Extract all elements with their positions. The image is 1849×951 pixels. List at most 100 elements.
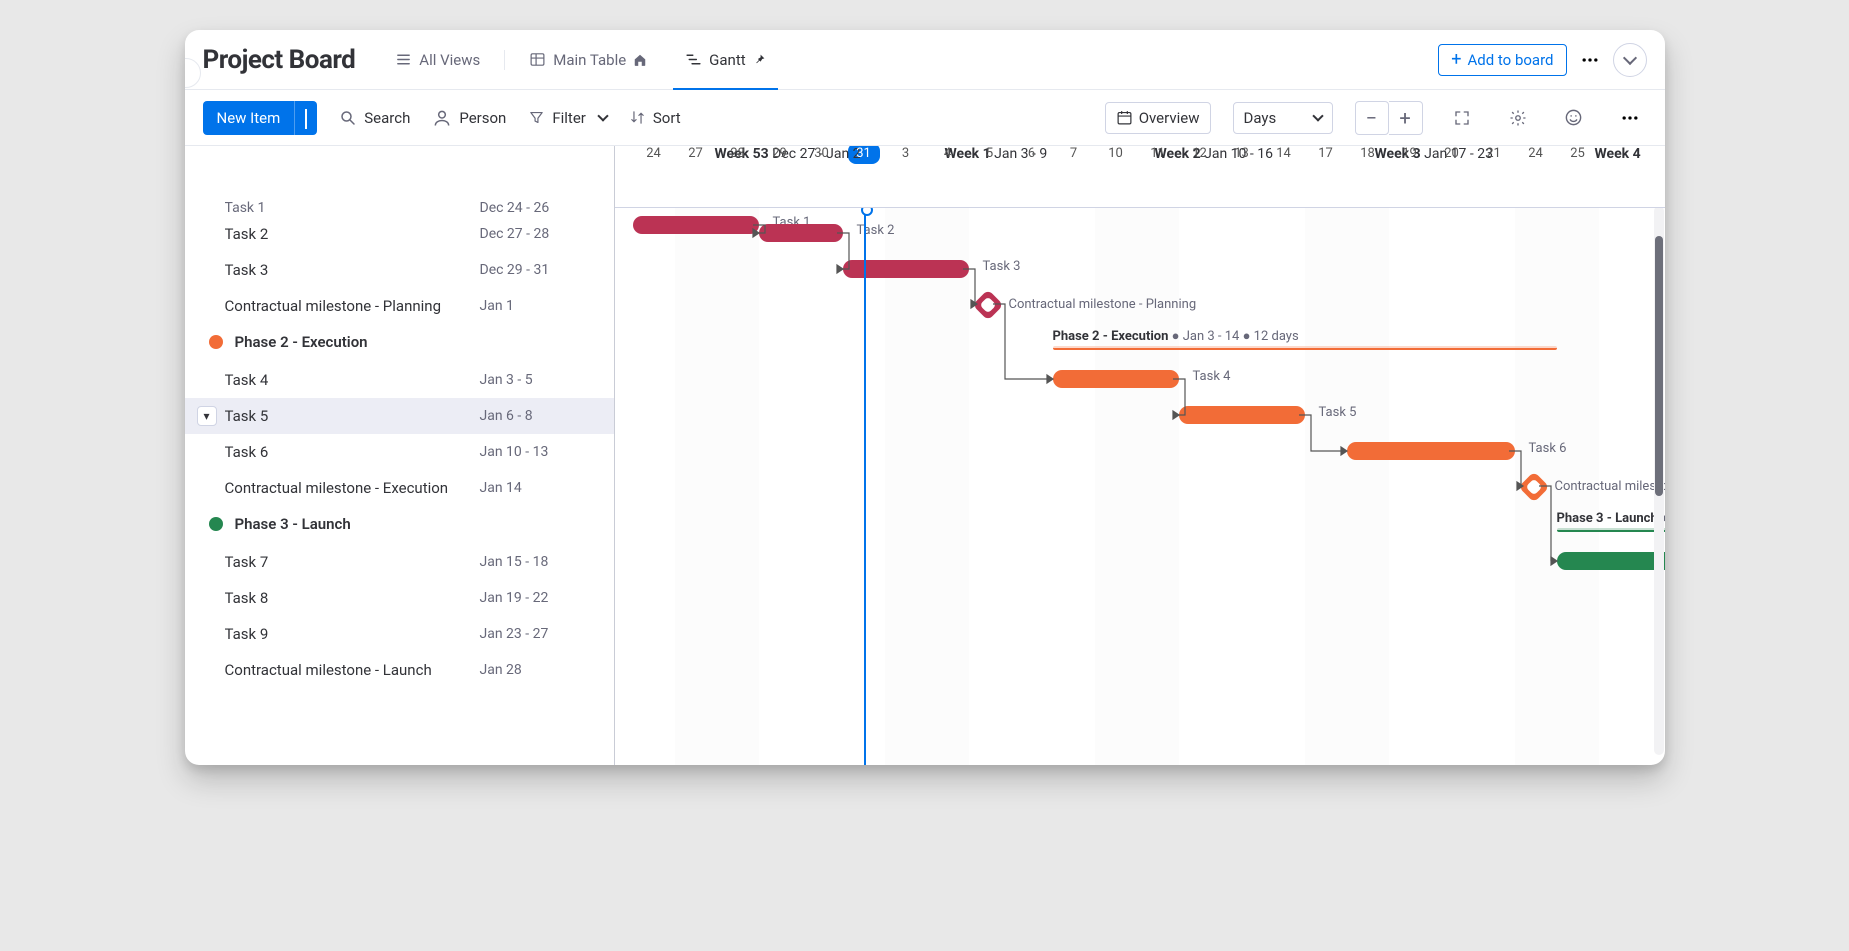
day-cell[interactable]: 18	[1347, 146, 1389, 161]
sort-label: Sort	[653, 109, 681, 127]
dots-icon	[1620, 108, 1640, 128]
new-item-split[interactable]	[294, 101, 317, 135]
settings-button[interactable]	[1501, 101, 1535, 135]
day-cell[interactable]: 5	[969, 146, 1011, 161]
bar-label: Contractual milestone - Execution	[1555, 479, 1665, 494]
day-cell[interactable]: 10	[1095, 146, 1137, 161]
timescale-select[interactable]: Days	[1233, 102, 1333, 134]
day-cell[interactable]: 7	[1053, 146, 1095, 161]
task-list-panel[interactable]: Task 1Dec 24 - 26Task 2Dec 27 - 28Task 3…	[185, 146, 615, 765]
day-cell[interactable]: 30	[801, 146, 843, 161]
day-cell[interactable]: 11	[1137, 146, 1179, 161]
bar-label: Task 5	[1319, 405, 1357, 420]
row-name: Contractual milestone - Launch	[225, 661, 480, 679]
day-cell[interactable]: 19	[1389, 146, 1431, 161]
day-cell[interactable]: 14	[1263, 146, 1305, 161]
all-views-tab[interactable]: All Views	[379, 30, 496, 89]
milestone[interactable]	[1518, 471, 1549, 502]
task-row[interactable]: Contractual milestone - LaunchJan 28	[185, 652, 614, 688]
row-name: Task 1	[225, 200, 480, 216]
bar-label: Task 2	[857, 223, 895, 238]
day-cell[interactable]: 4	[927, 146, 969, 161]
task-row[interactable]: Task 2Dec 27 - 28	[185, 216, 614, 252]
more-options-button[interactable]	[1613, 101, 1647, 135]
week-label: Week 4	[1595, 146, 1641, 162]
row-date: Jan 10 - 13	[480, 444, 600, 460]
day-cell[interactable]: 25	[1557, 146, 1599, 161]
row-date: Dec 29 - 31	[480, 262, 600, 278]
day-cell[interactable]: 27	[675, 146, 717, 161]
day-cell[interactable]: 12	[1179, 146, 1221, 161]
task-row[interactable]: Task 8Jan 19 - 22	[185, 580, 614, 616]
list-icon	[395, 51, 412, 68]
gantt-tab[interactable]: Gantt	[669, 30, 781, 89]
day-cell[interactable]: 17	[1305, 146, 1347, 161]
row-name: Task 5	[225, 407, 480, 425]
sort-button[interactable]: Sort	[629, 109, 681, 127]
task-row[interactable]: Task 3Dec 29 - 31	[185, 252, 614, 288]
gear-icon	[1509, 109, 1527, 127]
gantt-chart[interactable]: ec 26Week 53 Dec 27 - Jan 2Week 1 Jan 3 …	[615, 146, 1665, 765]
task-row[interactable]: Task 6Jan 10 - 13	[185, 434, 614, 470]
task-bar[interactable]: Task 6	[1347, 442, 1515, 460]
row-date: Dec 24 - 26	[480, 200, 600, 216]
person-icon	[432, 108, 452, 128]
filter-button[interactable]: Filter	[528, 109, 607, 127]
task-bar[interactable]: Task 2	[759, 224, 843, 242]
table-icon	[529, 51, 546, 68]
bar-label: Contractual milestone - Planning	[1009, 297, 1197, 312]
feedback-button[interactable]	[1557, 101, 1591, 135]
add-to-board-button[interactable]: + Add to board	[1438, 44, 1566, 76]
task-row[interactable]: Task 4Jan 3 - 5	[185, 362, 614, 398]
day-cell[interactable]: 6	[1011, 146, 1053, 161]
new-item-button[interactable]: New Item	[203, 101, 318, 135]
task-row[interactable]: Task 9Jan 23 - 27	[185, 616, 614, 652]
zoom-in-button[interactable]: +	[1389, 101, 1423, 135]
more-menu-button[interactable]	[1573, 43, 1607, 77]
group-row[interactable]: Phase 3 - Launch	[185, 506, 614, 542]
collapse-header-button[interactable]	[1613, 43, 1647, 77]
day-cell[interactable]: 24	[633, 146, 675, 161]
task-bar[interactable]: Task 3	[843, 260, 969, 278]
task-bar[interactable]: Task 5	[1179, 406, 1305, 424]
row-name: Task 3	[225, 261, 480, 279]
row-name: Contractual milestone - Planning	[225, 297, 480, 315]
search-button[interactable]: Search	[339, 109, 410, 127]
group-row[interactable]: Phase 2 - Execution	[185, 324, 614, 360]
phase-header-bar[interactable]: Phase 2 - Execution ● Jan 3 - 14 ● 12 da…	[1053, 346, 1557, 350]
day-cell[interactable]: 28	[717, 146, 759, 161]
day-cell[interactable]: 24	[1515, 146, 1557, 161]
row-name: Task 8	[225, 589, 480, 607]
overview-select[interactable]: Overview	[1105, 102, 1211, 134]
day-cell[interactable]: 20	[1431, 146, 1473, 161]
filter-label: Filter	[552, 109, 586, 127]
chevron-down-icon	[1622, 50, 1636, 64]
day-cell[interactable]: 13	[1221, 146, 1263, 161]
scroll-thumb[interactable]	[1655, 236, 1663, 496]
day-cell[interactable]: 31	[843, 146, 885, 161]
task-row[interactable]: Task 7Jan 15 - 18	[185, 544, 614, 580]
task-bar[interactable]: Task 1	[633, 216, 759, 234]
board-title[interactable]: Project Board	[203, 45, 356, 75]
task-row[interactable]: Task 5Jan 6 - 8	[185, 398, 614, 434]
day-cell[interactable]: 21	[1473, 146, 1515, 161]
task-row[interactable]: Contractual milestone - PlanningJan 1	[185, 288, 614, 324]
zoom-out-button[interactable]: −	[1355, 101, 1389, 135]
task-bar[interactable]: Task 4	[1053, 370, 1179, 388]
person-filter-button[interactable]: Person	[432, 108, 506, 128]
main-table-tab[interactable]: Main Table	[513, 30, 663, 89]
row-date: Jan 23 - 27	[480, 626, 600, 642]
group-color-bullet	[209, 335, 223, 349]
day-cell[interactable]: 3	[885, 146, 927, 161]
board-header: Project Board All Views Main Table Gantt…	[185, 30, 1665, 90]
row-name: Task 2	[225, 225, 480, 243]
vertical-scrollbar[interactable]	[1654, 206, 1664, 755]
day-cell[interactable]: 29	[759, 146, 801, 161]
day-cell[interactable]: 3	[615, 146, 633, 161]
milestone[interactable]	[972, 289, 1003, 320]
phase-header-bar[interactable]: Phase 3 - Launch ● Jan 15 - 28 ● 14 days	[1557, 528, 1665, 532]
task-row[interactable]: Task 1Dec 24 - 26	[185, 198, 614, 216]
task-row[interactable]: Contractual milestone - ExecutionJan 14	[185, 470, 614, 506]
task-bar[interactable]: Task 7	[1557, 552, 1665, 570]
fullscreen-button[interactable]	[1445, 101, 1479, 135]
